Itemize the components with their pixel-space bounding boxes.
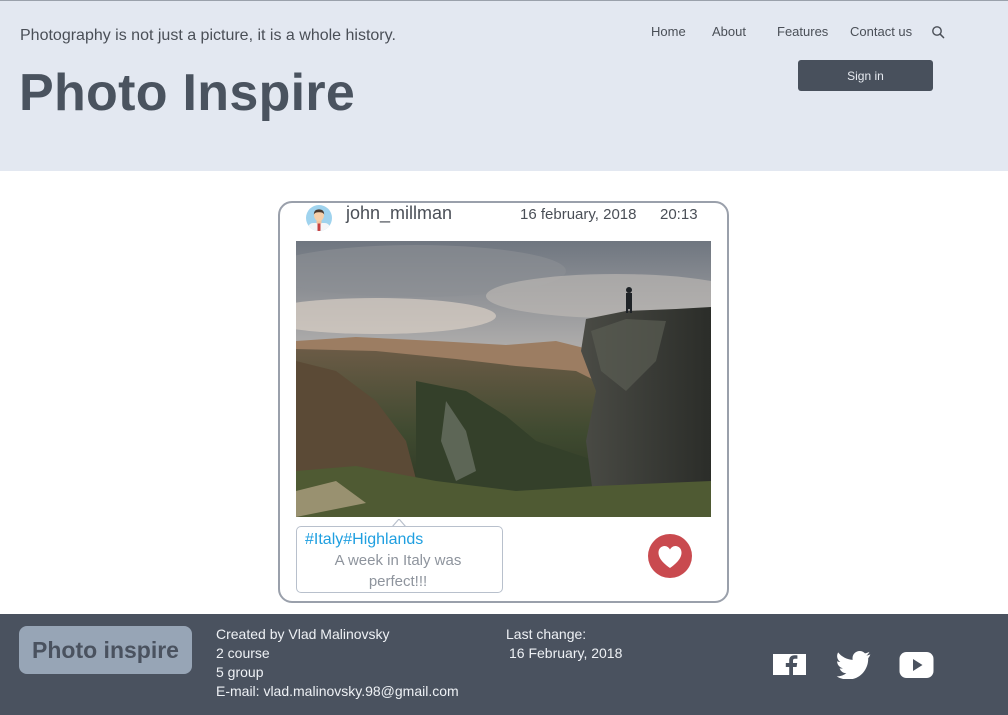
heart-icon[interactable] xyxy=(647,533,693,579)
site-title: Photo Inspire xyxy=(19,64,356,122)
footer-last-change-date: 16 February, 2018 xyxy=(509,645,623,661)
post-time: 20:13 xyxy=(660,206,698,223)
tagline: Photography is not just a picture, it is… xyxy=(20,27,396,44)
sign-in-button[interactable]: Sign in xyxy=(798,60,933,91)
footer-group: 5 group xyxy=(216,664,264,680)
post-caption: A week in Italy was perfect!!! xyxy=(334,552,462,590)
footer-email[interactable]: E-mail: vlad.malinovsky.98@gmail.com xyxy=(216,682,459,701)
facebook-icon[interactable] xyxy=(773,651,806,678)
post-hashtags[interactable]: #Italy#Highlands xyxy=(305,531,423,549)
search-icon[interactable] xyxy=(931,25,945,39)
nav-features[interactable]: Features xyxy=(777,24,828,39)
post-date: 16 february, 2018 xyxy=(520,206,637,223)
footer-created-by: Created by Vlad Malinovsky xyxy=(216,626,390,642)
post-username[interactable]: john_millman xyxy=(346,203,452,224)
twitter-icon[interactable] xyxy=(836,651,871,679)
footer-brand: Photo inspire xyxy=(19,626,192,674)
nav-home[interactable]: Home xyxy=(651,24,686,39)
header: Photography is not just a picture, it is… xyxy=(0,0,1008,171)
post-photo xyxy=(296,241,711,517)
youtube-icon[interactable] xyxy=(899,651,934,679)
footer-course: 2 course xyxy=(216,645,270,661)
nav-about[interactable]: About xyxy=(712,24,746,39)
nav-contact-us[interactable]: Contact us xyxy=(850,24,912,39)
user-avatar-icon[interactable] xyxy=(305,204,333,232)
footer-last-change-label: Last change: xyxy=(506,626,587,642)
